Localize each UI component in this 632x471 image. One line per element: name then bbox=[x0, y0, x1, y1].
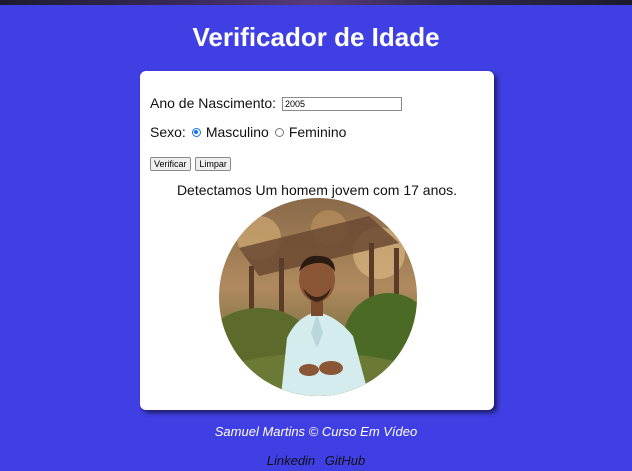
masculino-label[interactable]: Masculino bbox=[206, 124, 269, 140]
footer-credit: Samuel Martins © Curso Em Vídeo bbox=[214, 424, 418, 439]
top-decorative-strip bbox=[0, 0, 632, 5]
buttons-row: Verificar Limpar bbox=[150, 154, 232, 171]
feminino-label[interactable]: Feminino bbox=[289, 124, 347, 140]
person-photo-illustration bbox=[219, 198, 417, 396]
sexo-label: Sexo: bbox=[150, 124, 186, 140]
masculino-radio[interactable] bbox=[191, 127, 201, 137]
limpar-button[interactable]: Limpar bbox=[195, 157, 231, 171]
result-photo bbox=[219, 198, 417, 396]
github-link[interactable]: GitHub bbox=[325, 453, 365, 468]
verificar-button[interactable]: Verificar bbox=[150, 157, 191, 171]
footer-links: Linkedin GitHub bbox=[0, 453, 632, 468]
result-text: Detectamos Um homem jovem com 17 anos. bbox=[176, 182, 458, 198]
main-card: Ano de Nascimento: Sexo: Masculino Femin… bbox=[140, 71, 494, 410]
page-title: Verificador de Idade bbox=[192, 22, 440, 52]
ano-input[interactable] bbox=[281, 97, 402, 112]
ano-label: Ano de Nascimento: bbox=[150, 95, 277, 111]
feminino-radio[interactable] bbox=[274, 127, 284, 137]
linkedin-link[interactable]: Linkedin bbox=[267, 453, 315, 468]
ano-row: Ano de Nascimento: bbox=[150, 95, 402, 112]
sexo-row: Sexo: Masculino Feminino bbox=[150, 124, 346, 140]
